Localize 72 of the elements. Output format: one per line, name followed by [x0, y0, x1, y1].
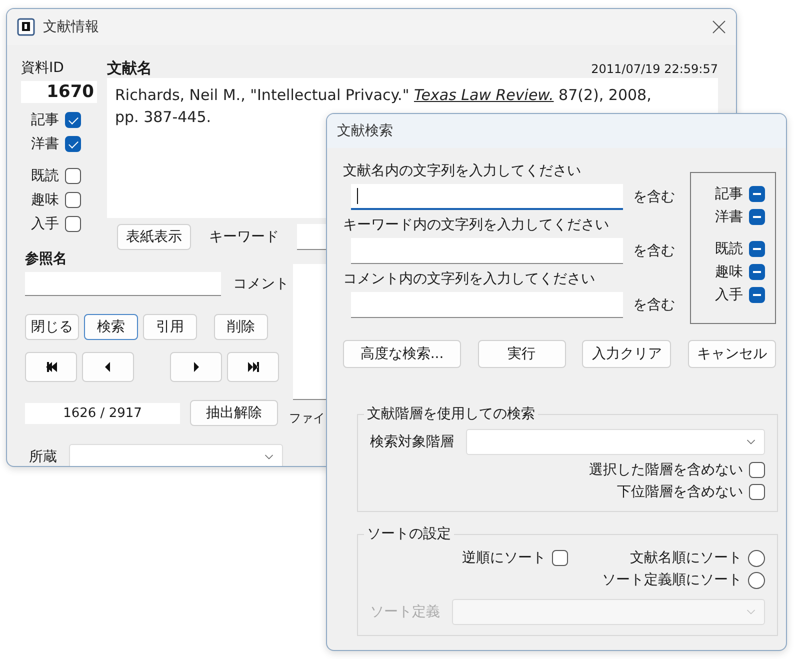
holding-label: 所蔵 [29, 448, 57, 466]
field-label: キーワード内の文字列を入力してください [343, 216, 610, 234]
checkbox[interactable] [749, 209, 765, 225]
contains-label: を含む [633, 242, 675, 260]
search-field[interactable] [351, 184, 623, 210]
checkbox[interactable] [749, 484, 765, 500]
timestamp: 2011/07/19 22:59:57 [591, 62, 718, 76]
comment-label: コメント [233, 275, 289, 293]
action-button[interactable]: 検索 [84, 314, 138, 340]
close-icon[interactable] [712, 20, 726, 34]
checkbox[interactable] [749, 462, 765, 478]
id-label: 資料ID [21, 59, 65, 77]
dialog-title: 文献検索 [337, 122, 394, 140]
window-title: 文献情報 [43, 18, 100, 36]
target-label: 検索対象階層 [370, 433, 454, 451]
filter-label: 記事 [715, 185, 743, 203]
flag-label: 入手 [31, 215, 59, 233]
contains-label: を含む [633, 188, 675, 206]
id-value: 1670 [21, 81, 97, 103]
nav-button[interactable] [227, 352, 279, 382]
checkbox[interactable] [65, 168, 81, 184]
action-button[interactable]: 閉じる [25, 314, 79, 340]
skip-back-icon [44, 360, 58, 374]
nav-button[interactable] [25, 352, 77, 382]
group-legend: 文献階層を使用しての検索 [364, 405, 538, 423]
filter-label: 入手 [715, 286, 743, 304]
app-logo-icon [17, 18, 35, 36]
cover-button[interactable]: 表紙表示 [117, 224, 191, 250]
sort-order-label: 文献名順にソート [630, 549, 742, 567]
file-label: ファイ [289, 410, 326, 427]
field-label: 文献名内の文字列を入力してください [343, 162, 582, 180]
group-legend: ソートの設定 [364, 525, 454, 543]
search-field[interactable] [351, 238, 623, 264]
contains-label: を含む [633, 296, 675, 314]
reference-label: 参照名 [25, 250, 68, 268]
action-button[interactable]: 削除 [214, 314, 268, 340]
field-label: コメント内の文字列を入力してください [343, 270, 596, 288]
checkbox[interactable] [749, 186, 765, 202]
extract-clear-button[interactable]: 抽出解除 [190, 400, 278, 426]
filter-label: 既読 [715, 240, 743, 258]
reverse-sort-label: 逆順にソート [462, 549, 546, 567]
dialog-button[interactable]: 実行 [478, 340, 566, 368]
flag-label: 趣味 [31, 191, 59, 209]
flag-label: 記事 [31, 111, 59, 129]
sort-definition-label: ソート定義 [370, 603, 440, 621]
checkbox[interactable] [552, 550, 568, 566]
dialog-button[interactable]: 入力クリア [582, 340, 672, 368]
option-label: 下位階層を含めない [617, 483, 743, 501]
checkbox[interactable] [749, 241, 765, 257]
checkbox[interactable] [65, 216, 81, 232]
skip-forward-icon [246, 360, 260, 374]
dialog-button[interactable]: キャンセル [688, 340, 776, 368]
flag-label: 洋書 [31, 135, 59, 153]
flag-label: 既読 [31, 167, 59, 185]
checkbox[interactable] [749, 264, 765, 280]
reference-field[interactable] [25, 272, 221, 296]
radio-button[interactable] [748, 572, 765, 588]
filter-label: 洋書 [715, 208, 743, 226]
name-label: 文献名 [107, 59, 152, 78]
checkbox[interactable] [749, 287, 765, 303]
action-button[interactable]: 引用 [143, 314, 197, 340]
radio-button[interactable] [748, 550, 765, 566]
checkbox[interactable] [65, 192, 81, 208]
search-field[interactable] [351, 292, 623, 318]
record-count: 1626 / 2917 [25, 402, 180, 424]
sort-order-label: ソート定義順にソート [602, 571, 742, 589]
checkbox[interactable] [65, 112, 81, 128]
checkbox[interactable] [65, 136, 81, 152]
keyword-label: キーワード [209, 228, 279, 246]
dialog-button[interactable]: 高度な検索... [343, 340, 461, 368]
filter-label: 趣味 [715, 263, 743, 281]
option-label: 選択した階層を含めない [589, 461, 743, 479]
